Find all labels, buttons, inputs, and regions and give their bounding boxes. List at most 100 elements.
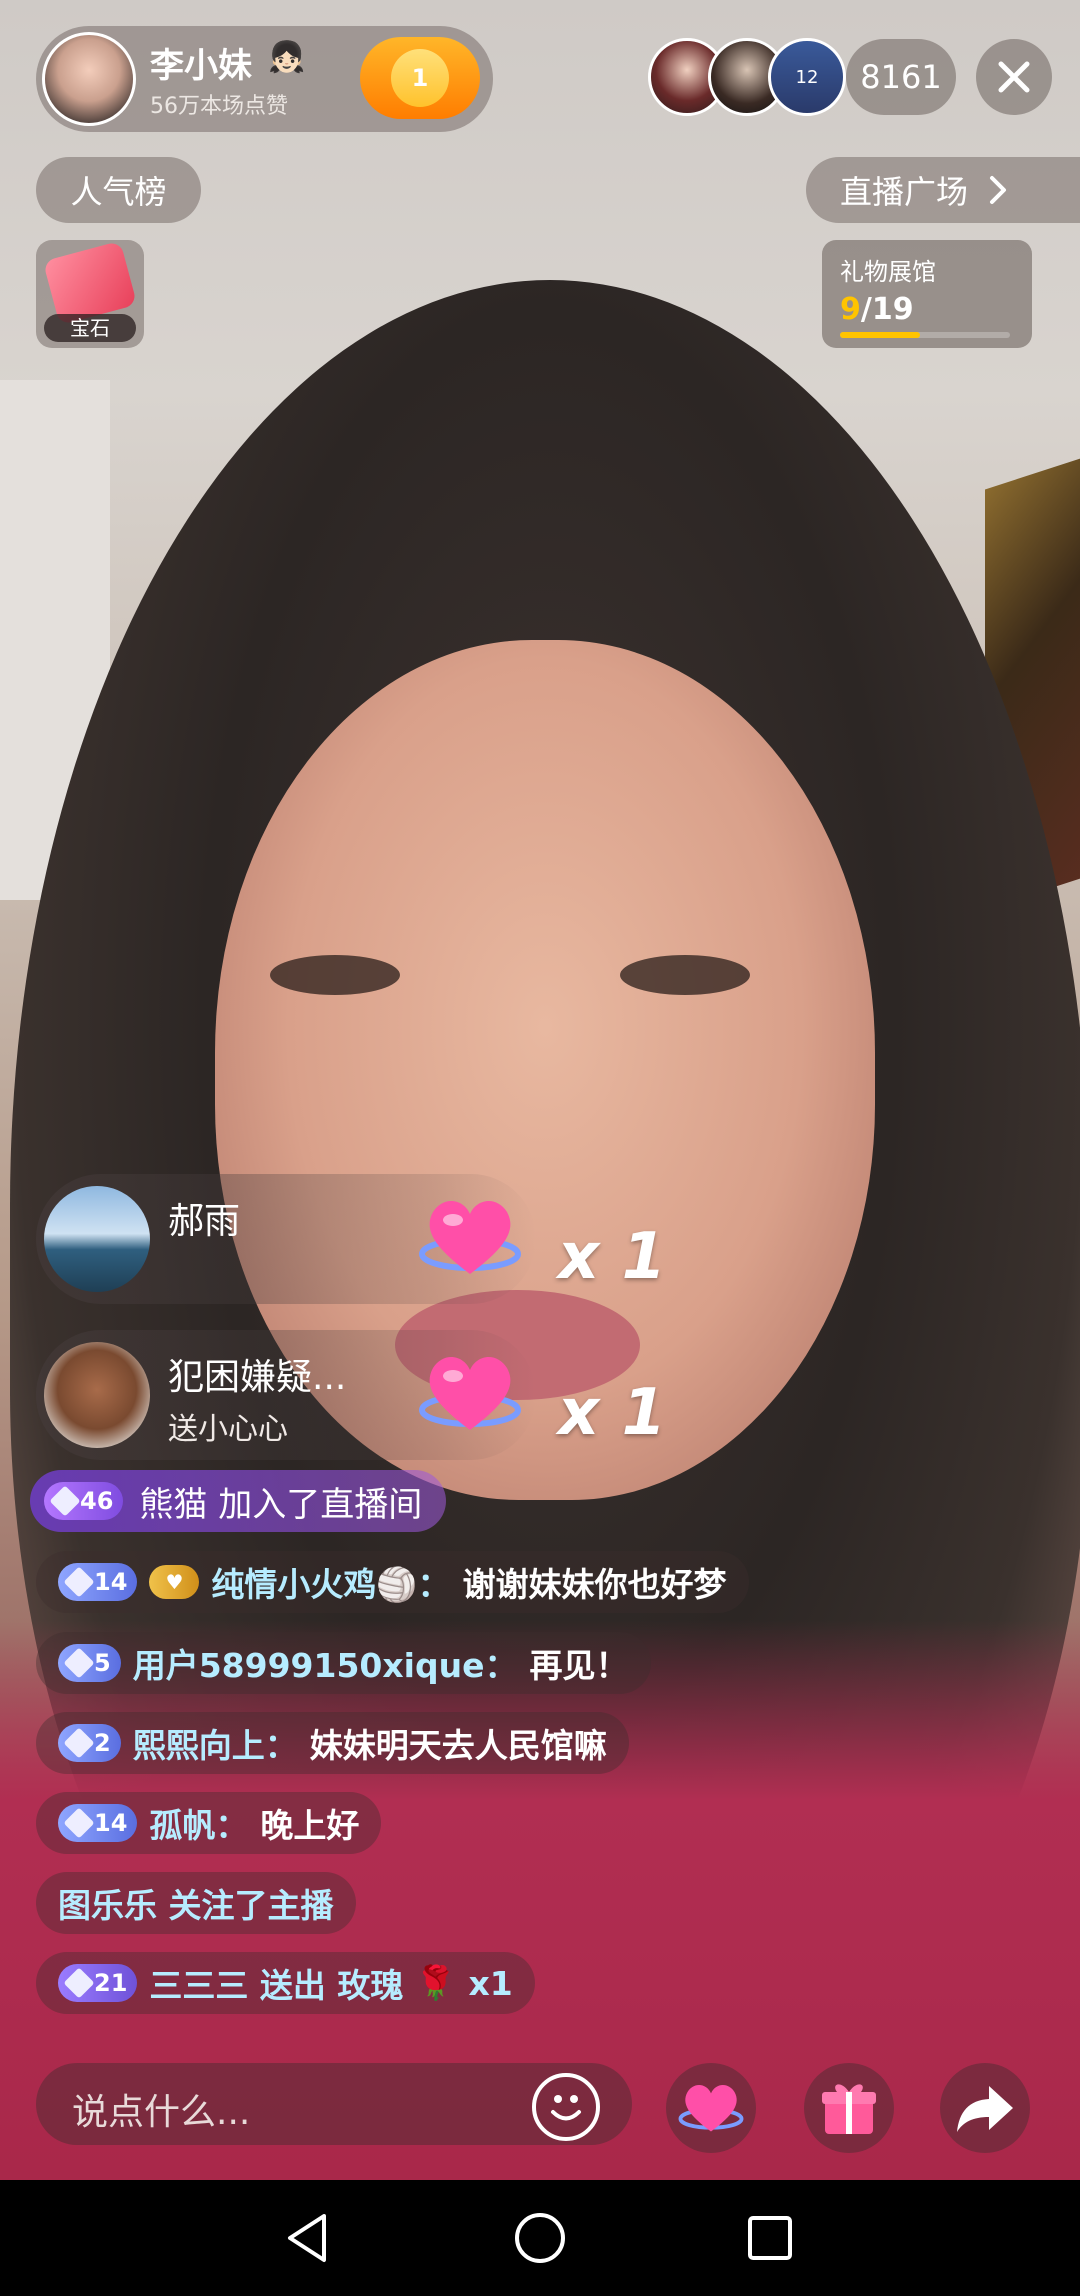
gift-user-name: 郝雨 (168, 1201, 241, 1242)
right-eye (620, 955, 750, 995)
gift-hall-total: /19 (860, 292, 914, 327)
gift-hall-current: 9 (840, 292, 861, 327)
gift-chat-message[interactable]: 21 三三三 送出 玫瑰 🌹 x1 (36, 1952, 535, 2014)
level-badge: 2 (58, 1724, 121, 1762)
gem-cup-icon (42, 240, 138, 326)
follow-event-text: 图乐乐 关注了主播 (58, 1886, 334, 1925)
gift-user-avatar[interactable] (44, 1342, 150, 1448)
viewer-count-label: 8161 (860, 58, 942, 96)
chat-username-text: 纯情小火鸡 (211, 1565, 377, 1604)
chat-separator: ： (484, 1646, 518, 1685)
anchor-likes: 56万本场点赞 (150, 94, 288, 119)
close-button[interactable] (976, 39, 1052, 115)
gem-label: 宝石 (44, 314, 136, 342)
gift-hall-title: 礼物展馆 (840, 258, 936, 286)
level-badge: 46 (44, 1482, 124, 1520)
anchor-avatar[interactable] (42, 32, 136, 126)
gem-level-icon (49, 1485, 81, 1517)
level-number: 46 (80, 1487, 114, 1515)
home-icon (515, 2213, 565, 2263)
level-number: 21 (94, 1969, 128, 1997)
gem-level-icon (63, 1967, 95, 1999)
gift-hall-panel[interactable]: 礼物展馆 9/19 (822, 240, 1032, 348)
heart-gift-icon (419, 1200, 521, 1274)
level-number: 5 (94, 1649, 111, 1677)
gift-action: 送小心心 (168, 1412, 288, 1447)
anchor-name-emoji: 👧🏻 (268, 40, 306, 75)
chat-message[interactable]: 5 用户58999150xique： 再见！ (36, 1632, 651, 1694)
chat-username[interactable]: 孤帆： (149, 1799, 248, 1847)
join-event-text: 熊猫 加入了直播间 (139, 1484, 423, 1525)
live-plaza-label: 直播广场 (840, 173, 969, 211)
viewer-avatar[interactable]: 12 (768, 38, 846, 116)
chat-text: 晚上好 (260, 1806, 360, 1845)
chat-message[interactable]: 2 熙熙向上： 妹妹明天去人民馆嘛 (36, 1712, 629, 1774)
gift-user-avatar[interactable] (44, 1186, 150, 1292)
chevron-right-icon (990, 176, 1007, 204)
chat-separator: ： (417, 1565, 451, 1604)
chat-message[interactable]: 14 ♥ 纯情小火鸡🏐： 谢谢妹妹你也好梦 (36, 1551, 749, 1613)
follow-heart-icon: 1 (391, 49, 449, 107)
share-icon (957, 2086, 1013, 2132)
follow-event[interactable]: 图乐乐 关注了主播 (36, 1872, 356, 1934)
chat-message[interactable]: 14 孤帆： 晚上好 (36, 1792, 382, 1854)
gem-level-icon (63, 1566, 95, 1598)
emoji-button[interactable] (532, 2073, 600, 2141)
home-button[interactable] (510, 2208, 570, 2268)
comment-placeholder: 说点什么... (72, 2092, 251, 2133)
chat-text: 妹妹明天去人民馆嘛 (309, 1726, 607, 1765)
level-badge: 14 (58, 1804, 138, 1842)
back-icon (288, 2214, 326, 2262)
chat-separator: ： (215, 1806, 249, 1845)
gift-multiplier: x 1 (558, 1376, 667, 1450)
gem-level-icon (63, 1727, 95, 1759)
viewer-count[interactable]: 8161 (846, 39, 956, 115)
left-eye (270, 955, 400, 995)
chat-separator: ： (264, 1726, 298, 1765)
level-number: 14 (94, 1809, 128, 1837)
popularity-rank-label: 人气榜 (70, 173, 167, 211)
gift-hall-progress (840, 332, 1010, 338)
level-badge: 21 (58, 1964, 138, 2002)
chat-username-text: 孤帆 (149, 1806, 216, 1845)
chat-username[interactable]: 熙熙向上： (133, 1719, 298, 1767)
gift-chat-count: x1 (468, 1963, 513, 2003)
gem-level-icon (63, 1647, 95, 1679)
chat-username[interactable]: 用户58999150xique： (133, 1639, 518, 1687)
share-button[interactable] (940, 2063, 1030, 2153)
gem-level-icon (63, 1807, 95, 1839)
chat-username[interactable]: 纯情小火鸡🏐： (211, 1558, 450, 1606)
level-number: 14 (94, 1568, 128, 1596)
rose-icon: 🌹 (415, 1963, 457, 2002)
volleyball-emoji: 🏐 (376, 1565, 418, 1604)
live-plaza-button[interactable]: 直播广场 (806, 157, 1080, 223)
recents-button[interactable] (740, 2208, 800, 2268)
system-navigation-bar (0, 2180, 1080, 2296)
gem-activity[interactable]: 宝石 (36, 240, 144, 348)
level-badge: 5 (58, 1644, 121, 1682)
gift-user-name: 犯困嫌疑... (168, 1357, 347, 1398)
gift-icon (822, 2084, 876, 2134)
level-badge: 14 (58, 1563, 138, 1601)
popularity-rank-button[interactable]: 人气榜 (36, 157, 201, 223)
emoji-icon (551, 2095, 581, 2121)
chat-username-text: 用户58999150xique (132, 1646, 485, 1685)
close-icon (998, 61, 1030, 93)
heart-icon (678, 2085, 744, 2132)
follow-button[interactable]: 1 (360, 37, 480, 119)
gift-multiplier: x 1 (558, 1220, 667, 1294)
chat-text: 再见！ (529, 1646, 629, 1685)
level-number: 2 (94, 1729, 111, 1757)
back-button[interactable] (278, 2208, 338, 2268)
gift-hall-progress-fill (840, 332, 920, 338)
gift-button[interactable] (804, 2063, 894, 2153)
viewer-avatar-badge: 12 (795, 66, 819, 88)
heart-gift-icon (419, 1356, 521, 1430)
chat-text: 谢谢妹妹你也好梦 (462, 1565, 727, 1604)
fan-heart-icon: ♥ (149, 1565, 200, 1599)
chat-username-text: 熙熙向上 (132, 1726, 265, 1765)
gift-hall-count: 9/19 (840, 292, 914, 327)
join-event[interactable]: 46 熊猫 加入了直播间 (30, 1470, 447, 1532)
like-button[interactable] (666, 2063, 756, 2153)
follow-badge: 1 (411, 64, 429, 92)
